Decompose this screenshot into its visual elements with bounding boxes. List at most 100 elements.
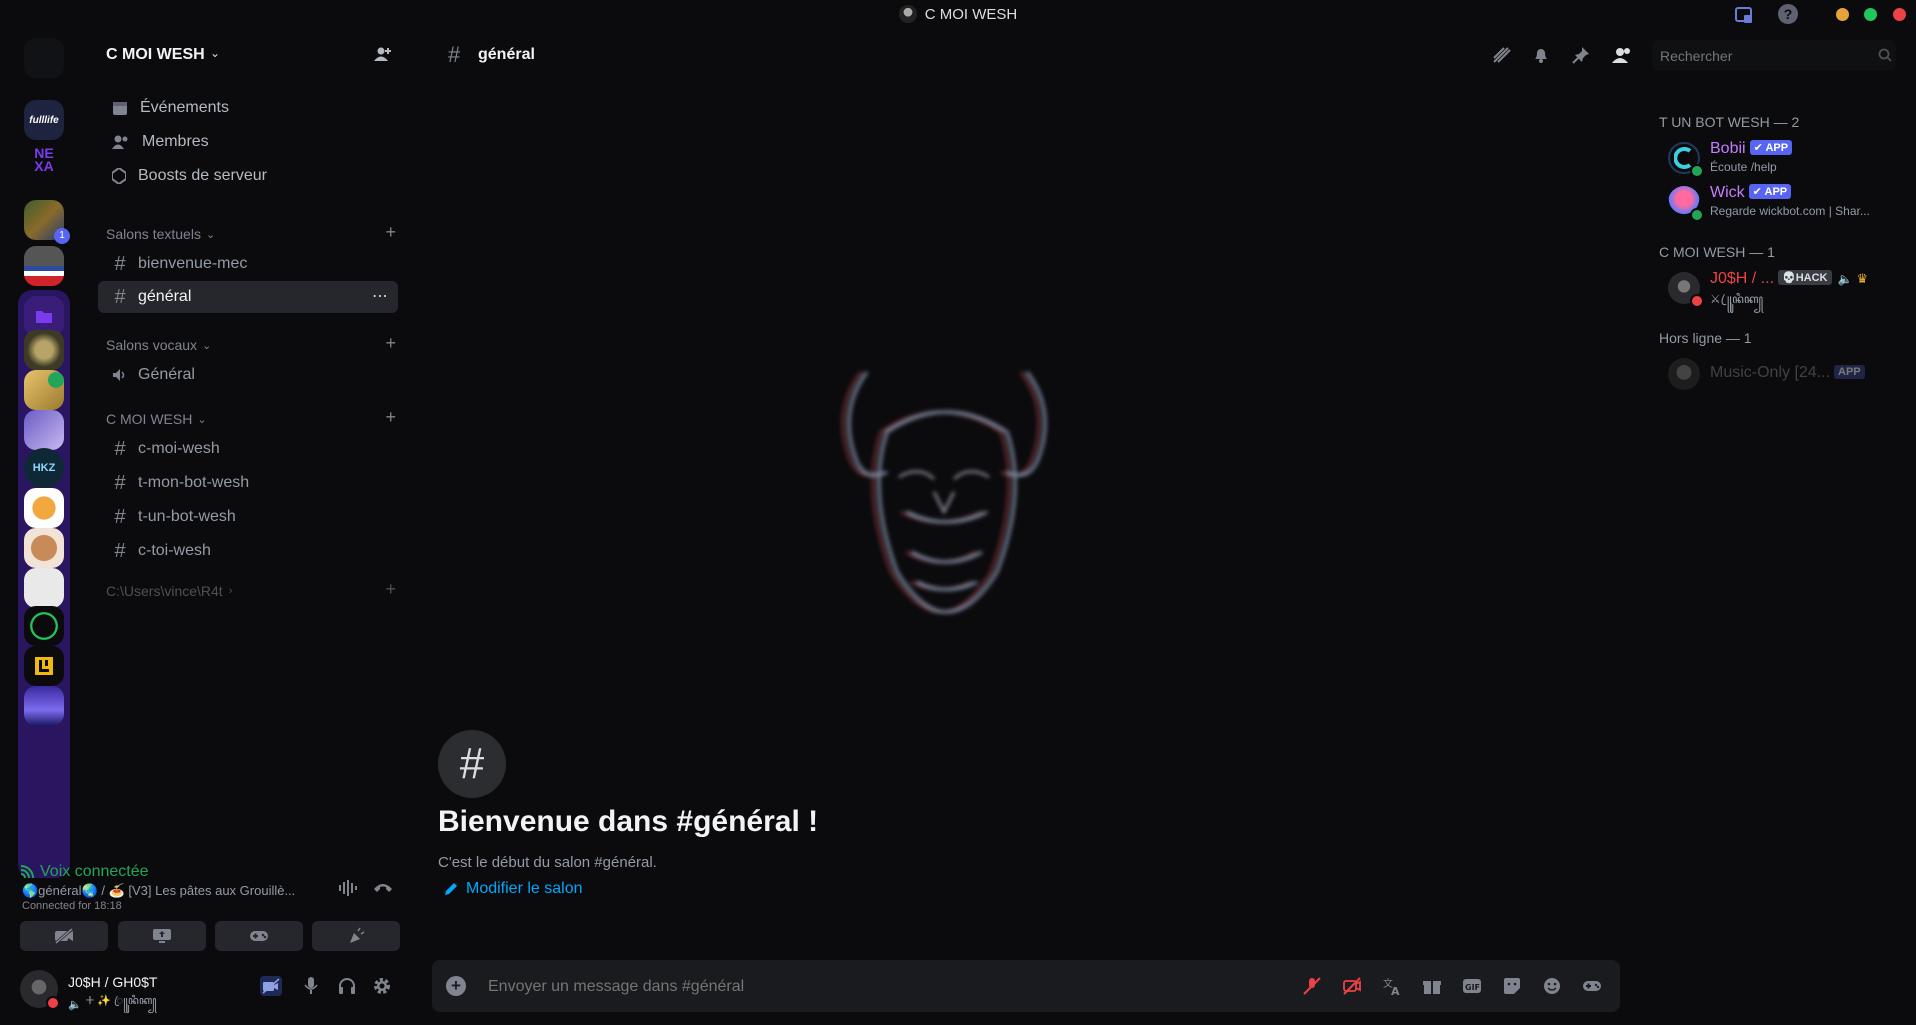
message-composer: + 文A GIF xyxy=(432,960,1620,1012)
server-15[interactable] xyxy=(24,646,64,686)
title-bar: C MOI WESH ? xyxy=(0,0,1916,28)
nav-events[interactable]: Événements xyxy=(98,92,398,124)
member-music-only[interactable]: Music-Only [24... APP xyxy=(1668,356,1908,396)
category-voice-channels[interactable]: Salons vocaux ⌄ + xyxy=(106,333,396,355)
hash-icon: # xyxy=(114,252,126,275)
voice-status: Voix connectée xyxy=(20,863,149,881)
help-icon[interactable]: ? xyxy=(1778,4,1798,24)
sticker-icon[interactable] xyxy=(1502,976,1522,996)
server-12[interactable] xyxy=(24,528,64,568)
translate-icon[interactable]: 文A xyxy=(1382,976,1402,996)
maximize-button[interactable] xyxy=(1864,8,1877,21)
hash-icon: # xyxy=(448,42,461,67)
channel-t-un-bot-wesh[interactable]: # t-un-bot-wesh xyxy=(98,501,398,533)
add-channel-icon[interactable]: + xyxy=(385,333,396,354)
member-list-icon[interactable] xyxy=(1612,46,1632,64)
crown-icon: ♛ xyxy=(1856,271,1869,286)
minimize-button[interactable] xyxy=(1836,8,1849,21)
server-nexa[interactable]: NE XA xyxy=(24,140,64,180)
more-options-icon[interactable]: ⋯ xyxy=(372,286,388,306)
channel-t-mon-bot-wesh[interactable]: # t-mon-bot-wesh xyxy=(98,467,398,499)
channel-title: général xyxy=(478,46,535,63)
welcome-title: Bienvenue dans #général ! xyxy=(438,805,819,838)
add-channel-icon[interactable]: + xyxy=(385,579,396,600)
server-11[interactable] xyxy=(24,488,64,528)
app-badge: ✔ APP xyxy=(1749,140,1793,155)
add-attachment-icon[interactable]: + xyxy=(446,976,466,996)
member-josh[interactable]: J0$H / ... 💀HACK 🔈 ♛ ⚔ ꦿ꧋ꦸꦤꦶꦏ꧀ xyxy=(1668,270,1908,310)
category-path[interactable]: C:\Users\vince\R4t › + xyxy=(106,579,396,601)
voice-waveform-icon[interactable] xyxy=(338,880,358,896)
home-button[interactable] xyxy=(24,38,64,78)
video-off-icon[interactable] xyxy=(1342,976,1362,996)
notification-bell-icon[interactable] xyxy=(1532,46,1550,64)
channel-c-moi-wesh[interactable]: # c-moi-wesh xyxy=(98,433,398,465)
gif-icon[interactable]: GIF xyxy=(1462,976,1482,996)
member-wick[interactable]: Wick ✔ APP Regarde wickbot.com | Shar... xyxy=(1668,184,1908,224)
server-16[interactable] xyxy=(24,686,64,726)
member-status: Regarde wickbot.com | Shar... xyxy=(1710,204,1870,218)
search-input[interactable] xyxy=(1658,44,1862,68)
boost-icon xyxy=(112,168,126,184)
camera-off-icon[interactable] xyxy=(260,976,282,996)
camera-off-button[interactable] xyxy=(20,921,108,951)
add-channel-icon[interactable]: + xyxy=(385,222,396,243)
close-button[interactable] xyxy=(1893,8,1906,21)
nav-server-boosts[interactable]: Boosts de serveur xyxy=(98,160,398,192)
search-icon xyxy=(1878,48,1892,62)
message-input[interactable] xyxy=(486,974,1270,1000)
soundboard-button[interactable] xyxy=(312,921,400,951)
server-hkz[interactable]: HKZ xyxy=(24,448,64,488)
emoji-icon[interactable] xyxy=(1542,976,1562,996)
invite-people-icon[interactable] xyxy=(374,46,392,62)
channel-general[interactable]: # général ⋯ xyxy=(98,281,398,313)
edit-channel-link[interactable]: Modifier le salon xyxy=(444,880,583,898)
gamepad-icon[interactable] xyxy=(1582,976,1602,996)
server-9[interactable] xyxy=(24,410,64,450)
server-name[interactable]: C MOI WESH xyxy=(106,46,205,64)
search-bar[interactable] xyxy=(1652,40,1896,70)
speaker-icon: 🔈 xyxy=(68,998,82,1011)
voice-location[interactable]: 🌎général🌏 / 🍝 [V3] Les pâtes aux Grouill… xyxy=(22,883,332,899)
online-status-icon xyxy=(1690,164,1704,178)
channel-c-toi-wesh[interactable]: # c-toi-wesh xyxy=(98,535,398,567)
server-group-2[interactable] xyxy=(24,246,64,286)
welcome-subtitle: C'est le début du salon #général. xyxy=(438,854,657,871)
server-rail: fulllife NE XA 1 HKZ xyxy=(18,38,70,878)
server-14[interactable] xyxy=(24,606,64,646)
camera-off-icon xyxy=(55,928,73,944)
disconnect-icon[interactable] xyxy=(373,881,393,895)
hash-icon: # xyxy=(114,539,126,562)
server-fulllife[interactable]: fulllife xyxy=(24,100,64,140)
pin-icon[interactable] xyxy=(1572,46,1590,64)
headphones-icon[interactable] xyxy=(338,977,356,995)
voice-channel-general[interactable]: Général xyxy=(98,359,398,391)
calendar-icon xyxy=(113,102,127,115)
inbox-icon[interactable] xyxy=(1734,5,1754,25)
gift-icon[interactable] xyxy=(1422,976,1442,996)
server-13[interactable] xyxy=(24,568,64,608)
screen-share-button[interactable] xyxy=(118,921,206,951)
member-bobii[interactable]: Bobii ✔ APP Écoute /help xyxy=(1668,140,1908,180)
member-group-header: T UN BOT WESH — 2 xyxy=(1659,114,1800,130)
app-badge: APP xyxy=(1834,365,1865,379)
server-header[interactable]: C MOI WESH ⌄ xyxy=(88,38,404,72)
soundboard-icon xyxy=(350,927,365,943)
microphone-icon[interactable] xyxy=(304,977,318,995)
category-c-moi-wesh[interactable]: C MOI WESH ⌄ + xyxy=(106,407,396,429)
server-7[interactable] xyxy=(24,330,64,370)
member-name: Bobii xyxy=(1710,140,1746,157)
mute-mic-icon[interactable] xyxy=(1302,976,1322,996)
category-text-channels[interactable]: Salons textuels ⌄ + xyxy=(106,222,396,244)
add-channel-icon[interactable]: + xyxy=(385,407,396,428)
voice-connection-panel: Voix connectée 🌎général🌏 / 🍝 [V3] Les pâ… xyxy=(16,855,406,955)
settings-gear-icon[interactable] xyxy=(372,976,392,996)
nav-members[interactable]: Membres xyxy=(98,126,398,158)
activity-button[interactable] xyxy=(215,921,303,951)
chevron-right-icon: › xyxy=(228,585,233,597)
threads-icon[interactable] xyxy=(1492,46,1512,64)
channel-bienvenue-mec[interactable]: # bienvenue-mec xyxy=(98,248,398,280)
clan-tag: 💀HACK xyxy=(1778,270,1832,285)
oni-mask-illustration xyxy=(794,312,1094,692)
chat-area: # Bienvenue dans #général ! C'est le déb… xyxy=(424,92,1630,1010)
